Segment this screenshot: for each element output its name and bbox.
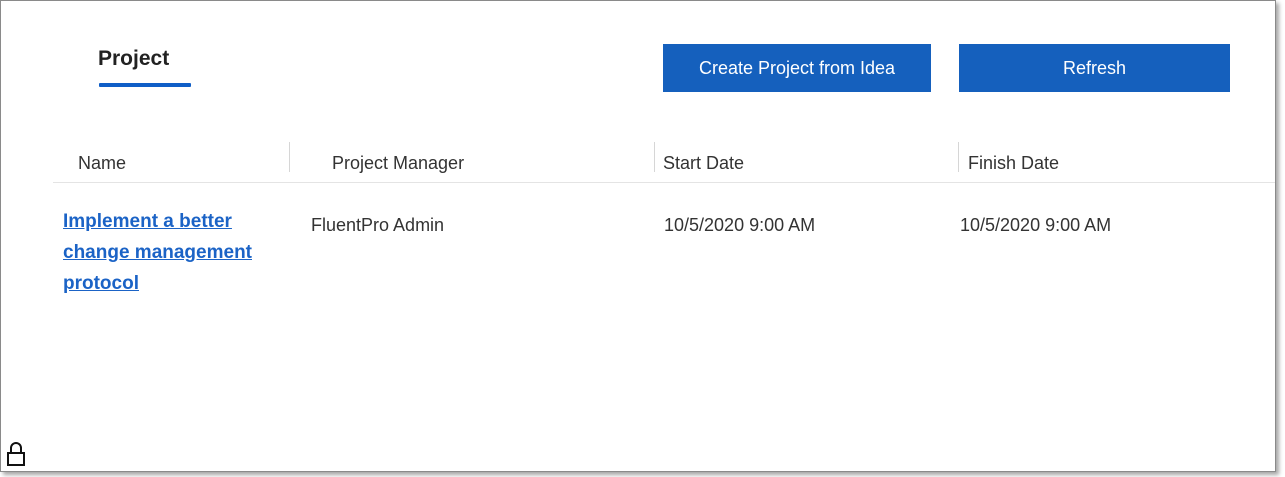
refresh-button[interactable]: Refresh xyxy=(959,44,1230,92)
table-header-divider xyxy=(53,182,1275,183)
column-separator[interactable] xyxy=(289,142,290,172)
finish-date-cell: 10/5/2020 9:00 AM xyxy=(960,215,1112,235)
project-panel: Project Create Project from Idea Refresh… xyxy=(0,0,1276,472)
column-header-project-manager[interactable]: Project Manager xyxy=(332,153,464,174)
tab-project[interactable]: Project xyxy=(98,47,169,71)
column-header-start-date[interactable]: Start Date xyxy=(663,153,744,174)
project-name-link[interactable]: Implement a better change management pro… xyxy=(63,206,295,299)
create-project-from-idea-button[interactable]: Create Project from Idea xyxy=(663,44,931,92)
column-header-name[interactable]: Name xyxy=(78,153,126,174)
tab-active-indicator xyxy=(99,83,191,87)
lock-icon[interactable] xyxy=(6,441,26,467)
column-separator[interactable] xyxy=(654,142,655,172)
project-manager-cell: FluentPro Admin xyxy=(311,215,445,235)
column-header-finish-date[interactable]: Finish Date xyxy=(968,153,1059,174)
start-date-cell: 10/5/2020 9:00 AM xyxy=(664,215,816,235)
column-separator[interactable] xyxy=(958,142,959,172)
